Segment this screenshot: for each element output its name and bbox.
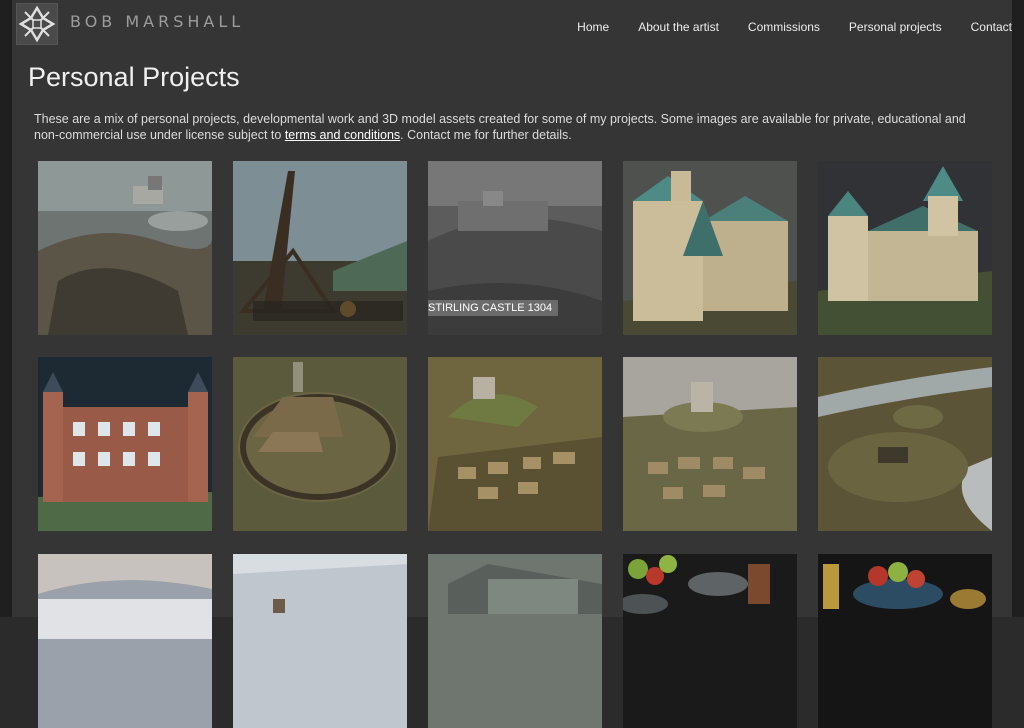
main-nav: Home About the artist Commissions Person… xyxy=(548,20,1012,34)
gallery-thumb-trebuchet[interactable] xyxy=(233,161,407,335)
intro-text-end: . Contact me for further details. xyxy=(400,127,572,142)
brand-name[interactable]: BOB MARSHALL xyxy=(70,12,244,31)
gallery-thumb-brick-hall[interactable] xyxy=(38,357,212,531)
gallery-thumb-motte-river[interactable] xyxy=(818,357,992,531)
gallery-thumb-cathedral-2[interactable] xyxy=(818,161,992,335)
nav-contact[interactable]: Contact xyxy=(971,20,1012,34)
gallery-thumb-motte-bailey-1[interactable] xyxy=(428,357,602,531)
gallery-thumb-ringfort-1[interactable] xyxy=(233,357,407,531)
site-header: BOB MARSHALL Home About the artist Commi… xyxy=(12,0,1012,56)
gallery-thumb-motte-bailey-2[interactable] xyxy=(623,357,797,531)
gallery-thumb-winter-landscape[interactable] xyxy=(38,554,212,728)
nav-about[interactable]: About the artist xyxy=(638,20,719,34)
nav-home[interactable]: Home xyxy=(577,20,609,34)
left-frame xyxy=(0,0,12,617)
gallery-thumb-still-life-2[interactable] xyxy=(818,554,992,728)
gallery-thumb-cathedral-1[interactable] xyxy=(623,161,797,335)
gallery-thumb-still-life-1[interactable] xyxy=(623,554,797,728)
gallery-thumb-snowy-fields[interactable] xyxy=(233,554,407,728)
right-frame xyxy=(1012,0,1024,617)
gallery-thumb-stirling-castle[interactable]: STIRLING CASTLE 1304 xyxy=(428,161,602,335)
gallery-thumb-castle-bailey[interactable] xyxy=(38,161,212,335)
intro-text: These are a mix of personal projects, de… xyxy=(34,112,994,143)
nav-personal-projects[interactable]: Personal projects xyxy=(849,20,942,34)
thumb-caption: STIRLING CASTLE 1304 xyxy=(428,300,559,316)
terms-link[interactable]: terms and conditions xyxy=(285,128,400,142)
page-title: Personal Projects xyxy=(28,62,240,92)
page: BOB MARSHALL Home About the artist Commi… xyxy=(12,0,1012,728)
gallery-thumb-street-houses[interactable] xyxy=(428,554,602,728)
nav-commissions[interactable]: Commissions xyxy=(748,20,820,34)
logo-icon[interactable] xyxy=(16,3,58,45)
